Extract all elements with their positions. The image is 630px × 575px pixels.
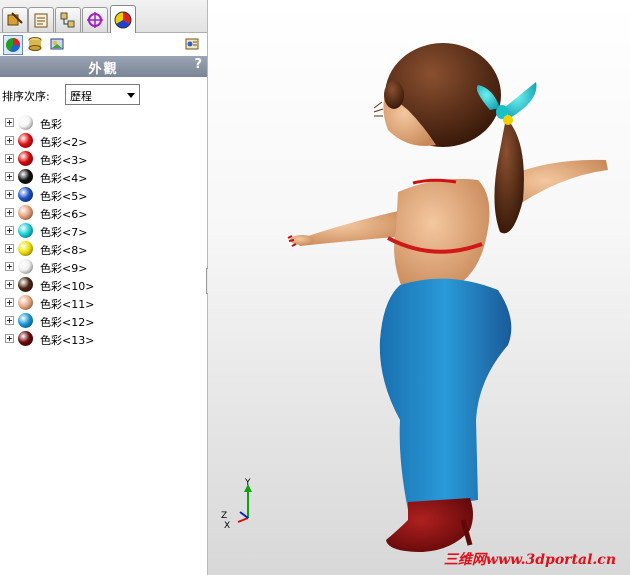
appearance-item[interactable]: 色彩<9> (0, 258, 200, 276)
expand-icon[interactable] (5, 154, 14, 163)
feature-manager-tab[interactable] (2, 7, 28, 32)
manager-tab-bar (0, 0, 207, 33)
property-manager-icon (34, 13, 48, 28)
expand-icon[interactable] (5, 226, 14, 235)
property-manager-tab[interactable] (28, 7, 54, 32)
color-swatch-icon (18, 205, 33, 220)
appearance-item[interactable]: 色彩<8> (0, 240, 200, 258)
appearance-panel: 外觀 ? 排序次序: 歷程 色彩 色彩<2> 色彩<3> 色彩<4> 色彩<5>… (0, 0, 208, 575)
color-swatch-icon (18, 295, 33, 310)
triad-y-label: Y (245, 478, 251, 488)
appearance-item-label: 色彩 (40, 118, 62, 131)
graphics-viewport[interactable]: Y Z X 三维网www.3dportal.cn (208, 0, 630, 575)
color-swatch-icon (18, 331, 33, 346)
color-swatch-icon (18, 223, 33, 238)
expand-icon[interactable] (5, 172, 14, 181)
chevron-down-icon (127, 93, 135, 98)
coordinate-triad (237, 484, 252, 523)
appearance-tab[interactable] (110, 5, 136, 33)
appearance-item[interactable]: 色彩<12> (0, 312, 200, 330)
appearance-item[interactable]: 色彩<3> (0, 150, 200, 168)
watermark-text: 三维网www.3dportal.cn (443, 552, 616, 568)
expand-icon[interactable] (5, 136, 14, 145)
appearance-item-label: 色彩<6> (40, 208, 88, 221)
display-state-icon (185, 38, 199, 50)
color-swatch-icon (18, 187, 33, 202)
appearance-item[interactable]: 色彩<5> (0, 186, 200, 204)
appearance-item-label: 色彩<12> (40, 316, 95, 329)
appearance-item[interactable]: 色彩<2> (0, 132, 200, 150)
triad-x-label: X (224, 521, 231, 531)
color-swatch-icon (18, 313, 33, 328)
panel-header: 外觀 ? (0, 56, 207, 77)
color-swatch-icon (18, 241, 33, 256)
expand-icon[interactable] (5, 190, 14, 199)
expand-icon[interactable] (5, 334, 14, 343)
appearance-item-label: 色彩<9> (40, 262, 88, 275)
expand-icon[interactable] (5, 262, 14, 271)
appearance-item-label: 色彩<7> (40, 226, 88, 239)
appearance-item-label: 色彩<13> (40, 334, 95, 347)
appearance-item[interactable]: 色彩<6> (0, 204, 200, 222)
configuration-manager-icon (60, 12, 75, 28)
dimxpert-tab[interactable] (82, 7, 108, 32)
decals-view-button[interactable] (49, 35, 67, 53)
expand-icon[interactable] (5, 298, 14, 307)
appearance-item[interactable]: 色彩<10> (0, 276, 200, 294)
sort-order-label: 排序次序: (2, 90, 50, 103)
sort-order-row: 排序次序: 歷程 (0, 82, 207, 108)
triad-z-label: Z (221, 511, 228, 521)
color-swatch-icon (18, 259, 33, 274)
character-model (237, 43, 608, 552)
color-swatch-icon (18, 133, 33, 148)
appearance-item-label: 色彩<3> (40, 154, 88, 167)
appearance-item-label: 色彩<11> (40, 298, 95, 311)
color-swatch-icon (18, 115, 33, 130)
expand-icon[interactable] (5, 280, 14, 289)
appearance-item-label: 色彩<4> (40, 172, 88, 185)
display-state-button[interactable] (183, 35, 201, 53)
appearance-item-label: 色彩<2> (40, 136, 88, 149)
scene-view-button[interactable] (26, 35, 44, 53)
appearance-icon (114, 11, 132, 28)
expand-icon[interactable] (5, 208, 14, 217)
color-swatch-icon (18, 151, 33, 166)
expand-icon[interactable] (5, 316, 14, 325)
expand-icon[interactable] (5, 244, 14, 253)
appearance-item[interactable]: 色彩<13> (0, 330, 200, 348)
configuration-manager-tab[interactable] (55, 7, 81, 32)
sort-order-select[interactable]: 歷程 (65, 84, 140, 105)
help-button[interactable]: ? (194, 57, 202, 72)
color-swatch-icon (18, 277, 33, 292)
sort-order-value: 歷程 (70, 90, 92, 103)
decals-icon (50, 38, 64, 50)
color-appearance-icon (6, 38, 20, 52)
appearances-view-button[interactable] (3, 35, 23, 55)
appearance-toolbar (0, 33, 207, 55)
appearance-item-label: 色彩<8> (40, 244, 88, 257)
appearance-item[interactable]: 色彩<7> (0, 222, 200, 240)
appearance-item-label: 色彩<5> (40, 190, 88, 203)
color-swatch-icon (18, 169, 33, 184)
expand-icon[interactable] (5, 118, 14, 127)
appearance-item[interactable]: 色彩<11> (0, 294, 200, 312)
scene-icon (28, 37, 42, 51)
dimxpert-icon (87, 12, 103, 28)
appearance-item[interactable]: 色彩<4> (0, 168, 200, 186)
panel-title: 外觀 (88, 62, 119, 77)
appearance-item[interactable]: 色彩 (0, 114, 200, 132)
feature-manager-icon (7, 12, 23, 26)
appearance-item-label: 色彩<10> (40, 280, 95, 293)
